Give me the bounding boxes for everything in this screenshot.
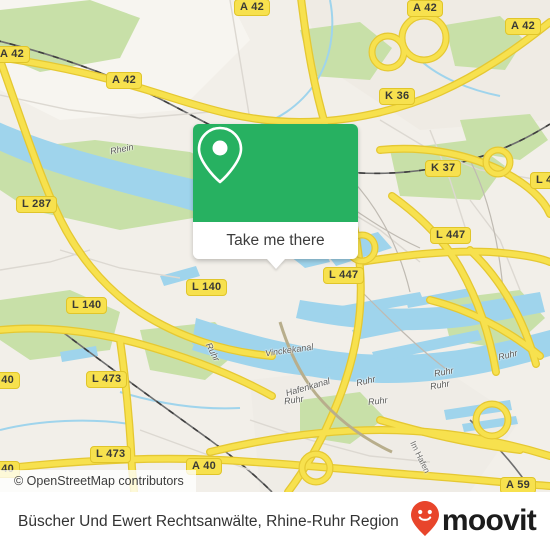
- road-shield: A 42: [106, 72, 143, 89]
- road-shield: L 473: [90, 446, 132, 463]
- attribution-text: © OpenStreetMap contributors: [14, 474, 184, 488]
- road-shield: L 447: [323, 267, 365, 284]
- poi-card[interactable]: Take me there: [193, 124, 358, 269]
- take-me-there-button[interactable]: Take me there: [193, 222, 358, 259]
- road-shield: A 42: [0, 46, 31, 63]
- moovit-wordmark: moovit: [441, 504, 537, 537]
- map-canvas[interactable]: A 42 A 42 A 42 A 42 A 42 K 36 K 37 L 447…: [0, 0, 550, 492]
- road-shield: A 59: [500, 477, 537, 492]
- road-shield: L 473: [86, 371, 128, 388]
- screenshot-root: A 42 A 42 A 42 A 42 A 42 K 36 K 37 L 447…: [0, 0, 550, 550]
- poi-card-image-area: [193, 124, 358, 222]
- road-shield: L 287: [16, 196, 58, 213]
- page-title: Büscher Und Ewert Rechtsanwälte, Rhine-R…: [18, 512, 399, 530]
- road-shield: A 42: [505, 18, 542, 35]
- map-attribution[interactable]: © OpenStreetMap contributors: [0, 470, 196, 492]
- road-shield: K 36: [379, 88, 416, 105]
- take-me-there-label: Take me there: [226, 231, 325, 249]
- road-shield: A 42: [407, 0, 444, 17]
- road-shield: L 140: [186, 279, 228, 296]
- road-shield: A 42: [234, 0, 271, 16]
- moovit-smiley-pin-icon: [410, 500, 440, 543]
- footer-bar: Büscher Und Ewert Rechtsanwälte, Rhine-R…: [0, 492, 550, 550]
- poi-card-pointer: [266, 259, 285, 269]
- moovit-logo[interactable]: moovit: [410, 500, 537, 543]
- road-shield: L 447: [430, 227, 472, 244]
- road-shield: L 4: [530, 172, 550, 189]
- road-shield: A 40: [0, 372, 21, 389]
- water-label: Ruhr: [367, 395, 388, 407]
- road-shield: K 37: [425, 160, 462, 177]
- road-shield: L 140: [66, 297, 108, 314]
